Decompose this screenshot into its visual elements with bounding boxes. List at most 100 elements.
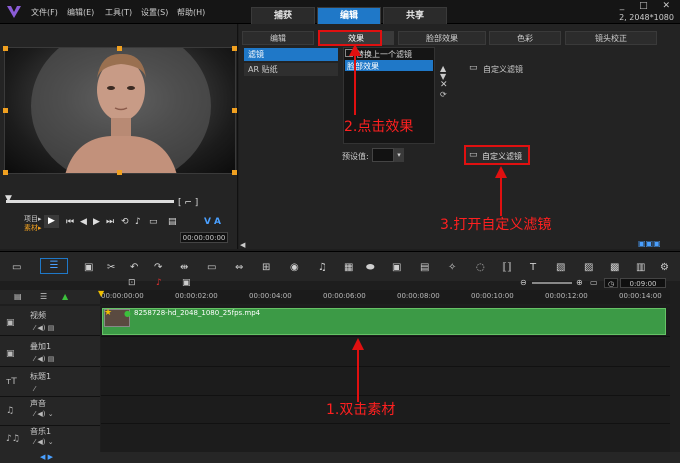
scrub-bar[interactable] <box>6 200 174 203</box>
preview-quality-icon[interactable]: ▤ <box>168 217 177 227</box>
tool-icon-5[interactable]: ⇔ <box>235 262 243 273</box>
menu-help[interactable]: 帮助(H) <box>177 7 205 18</box>
custom-filter-top-label[interactable]: 自定义滤镜 <box>483 64 523 75</box>
preset-arrow-icon[interactable]: ▾ <box>394 148 404 162</box>
zoom-time-display[interactable]: 0:09:00 <box>620 278 666 288</box>
tool-icon-11[interactable]: ▣ <box>392 262 401 273</box>
tab-color[interactable]: 色彩 <box>489 31 561 45</box>
tool-icon-2[interactable]: ✂ <box>107 262 115 273</box>
tool-icon-7[interactable]: ◉ <box>290 262 299 273</box>
crop-handle[interactable] <box>3 170 8 175</box>
tab-edit-options[interactable]: 编辑 <box>242 31 314 45</box>
track-header-voice[interactable]: ♫ 声音 ⁄ ◀) ⌄ <box>0 396 100 426</box>
go-start-icon[interactable]: ⏮ <box>66 217 74 227</box>
track-header-video[interactable]: ▣ 视频 ⁄ ◀) ▤ <box>0 306 100 336</box>
preview-window[interactable] <box>4 47 236 174</box>
antishake-toggle[interactable]: A <box>214 217 221 227</box>
volume-toggle[interactable]: V <box>204 217 211 227</box>
tool-icon-18[interactable]: ▨ <box>584 262 593 273</box>
tab-face-effects[interactable]: 脸部效果 <box>398 31 486 45</box>
menu-file[interactable]: 文件(F) <box>31 7 58 18</box>
tool-icon-6[interactable]: ⊞ <box>262 262 270 273</box>
preset-dropdown[interactable] <box>372 148 394 162</box>
tool-icon-9[interactable]: ▦ <box>344 262 353 273</box>
crop-handle[interactable] <box>3 108 8 113</box>
tool-icon-8[interactable]: ♫ <box>318 262 327 273</box>
repeat-icon[interactable]: ⟲ <box>121 217 129 227</box>
ruler-tick: 00:00:12:00 <box>545 292 588 300</box>
zoom-slider[interactable] <box>532 282 572 284</box>
clip-mode-label[interactable]: 素材▸ <box>24 223 42 233</box>
track-controls-icons[interactable]: ⁄ ◀) ▤ <box>34 324 54 332</box>
tab-capture[interactable]: 捕获 <box>251 7 315 24</box>
tool-icon-12[interactable]: ▤ <box>420 262 429 273</box>
tool-icon-16[interactable]: T <box>530 262 536 273</box>
bottom-scrollbar[interactable] <box>0 452 680 463</box>
track-controls-icons[interactable]: ⁄ ◀) ⌄ <box>34 438 54 446</box>
track-controls-icons[interactable]: ⁄ ◀) ⌄ <box>34 410 54 418</box>
window-controls[interactable]: _ □ ✕ <box>620 1 676 11</box>
fit-icon[interactable]: ▭ <box>590 278 598 287</box>
redo-icon[interactable]: ↷ <box>154 262 162 273</box>
tool-icon-20[interactable]: ▥ <box>636 262 645 273</box>
tab-share[interactable]: 共享 <box>383 7 447 24</box>
track-manager-icon[interactable]: ▤ <box>14 292 22 301</box>
size-icon[interactable]: ▭ <box>149 217 158 227</box>
track-controls-icons[interactable]: ⁄ <box>34 385 35 393</box>
track-header-title[interactable]: ᴛT 标题1 ⁄ <box>0 367 100 397</box>
playhead-icon[interactable]: ▼ <box>98 289 104 298</box>
video-track-icon: ▣ <box>6 318 15 328</box>
track-controls-icons[interactable]: ⁄ ◀) ▤ <box>34 355 54 363</box>
list-item-ar-sticker[interactable]: AR 贴纸 <box>244 63 338 76</box>
tab-edit[interactable]: 编辑 <box>317 7 381 24</box>
track-options-icon[interactable]: ☰ <box>40 292 47 301</box>
crop-handle[interactable] <box>232 46 237 51</box>
auto-music-icon[interactable]: ♪ <box>156 278 162 288</box>
list-item-filters[interactable]: 滤镜 <box>244 48 338 61</box>
undo-icon[interactable]: ↶ <box>130 262 138 273</box>
chapter-icon[interactable]: ▣ <box>182 278 191 288</box>
scroll-controls-icon[interactable]: ◀ ▶ <box>40 453 53 461</box>
crop-handle[interactable] <box>3 46 8 51</box>
next-frame-icon[interactable]: ▶ <box>93 217 100 227</box>
tool-icon-13[interactable]: ✧ <box>448 262 456 273</box>
track-header-music[interactable]: ♪♫ 音乐1 ⁄ ◀) ⌄ <box>0 424 100 454</box>
clip-effect-icon: ● <box>124 309 131 318</box>
delete-icon[interactable]: ✕ <box>440 80 448 90</box>
crop-handle[interactable] <box>117 170 122 175</box>
crop-handle[interactable] <box>232 170 237 175</box>
record-icon[interactable]: ⊡ <box>128 278 136 288</box>
reset-icon[interactable]: ⟳ <box>440 90 447 99</box>
go-end-icon[interactable]: ⏭ <box>106 217 114 227</box>
timecode-display[interactable]: 00:00:00:00 <box>180 232 228 243</box>
crop-handle[interactable] <box>232 108 237 113</box>
custom-filter-icon[interactable]: ▭ <box>469 63 478 73</box>
zoom-out-icon[interactable]: ⊖ <box>520 278 527 287</box>
tool-icon-21[interactable]: ⚙ <box>660 262 669 273</box>
panel-settings-icons[interactable]: ▣▣▣ <box>638 239 678 248</box>
tool-icon-14[interactable]: ◌ <box>476 262 485 273</box>
menu-settings[interactable]: 设置(S) <box>141 7 168 18</box>
tool-icon-10[interactable]: ⬬ <box>366 262 375 273</box>
timeline-view-icon[interactable]: ☰ <box>40 258 68 274</box>
menu-edit[interactable]: 编辑(E) <box>67 7 94 18</box>
play-button[interactable]: ▶ <box>44 215 59 228</box>
tool-icon-19[interactable]: ▩ <box>610 262 619 273</box>
tool-icon-17[interactable]: ▧ <box>556 262 565 273</box>
tab-lens-correction[interactable]: 镜头校正 <box>565 31 657 45</box>
track-header-overlay[interactable]: ▣ 叠加1 ⁄ ◀) ▤ <box>0 337 100 367</box>
add-track-icon[interactable]: ▲ <box>62 292 68 301</box>
tool-icon-4[interactable]: ▭ <box>207 262 216 273</box>
panel-left-arrow[interactable]: ◀ <box>240 241 245 249</box>
tool-icon-3[interactable]: ⇹ <box>180 262 188 273</box>
tool-icon-15[interactable]: ⟦⟧ <box>502 262 512 273</box>
prev-frame-icon[interactable]: ◀ <box>80 217 87 227</box>
volume-icon[interactable]: ♪ <box>135 217 141 227</box>
trim-marker-icons[interactable]: [ ⌐ ] <box>178 198 198 208</box>
tool-icon-1[interactable]: ▣ <box>84 262 93 273</box>
crop-handle[interactable] <box>117 46 122 51</box>
storyboard-view-icon[interactable]: ▭ <box>12 262 21 273</box>
zoom-in-icon[interactable]: ⊕ <box>576 278 583 287</box>
menu-tools[interactable]: 工具(T) <box>105 7 132 18</box>
track-divider <box>101 423 670 424</box>
